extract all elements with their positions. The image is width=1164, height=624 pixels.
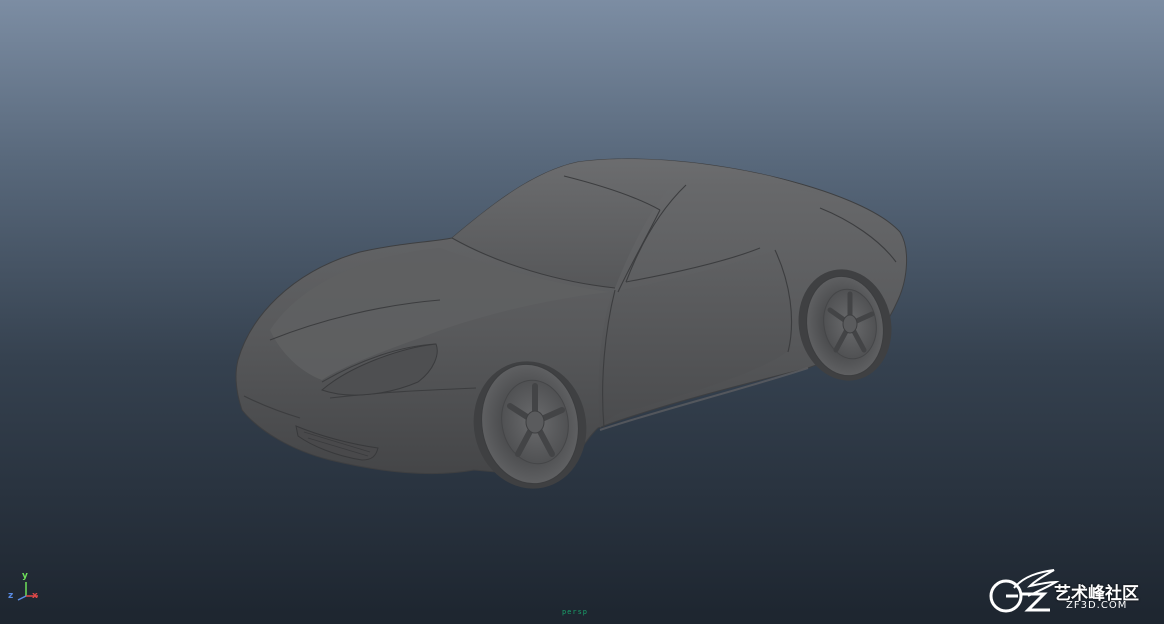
watermark-url: ZF3D.COM <box>1066 600 1128 611</box>
watermark: 艺术峰社区 ZF3D.COM <box>984 562 1164 620</box>
camera-name-label: persp <box>561 608 589 616</box>
3d-viewport[interactable]: y x z persp 艺术峰社区 ZF3D.COM <box>0 0 1164 624</box>
watermark-logo-icon <box>989 569 1060 613</box>
axis-z-label: z <box>8 591 14 601</box>
axis-x-label: x <box>32 591 38 601</box>
car-model[interactable] <box>0 0 1164 624</box>
axis-gizmo: y x z <box>6 572 50 608</box>
axis-gizmo-icon <box>17 582 38 601</box>
axis-y-label: y <box>22 571 28 581</box>
